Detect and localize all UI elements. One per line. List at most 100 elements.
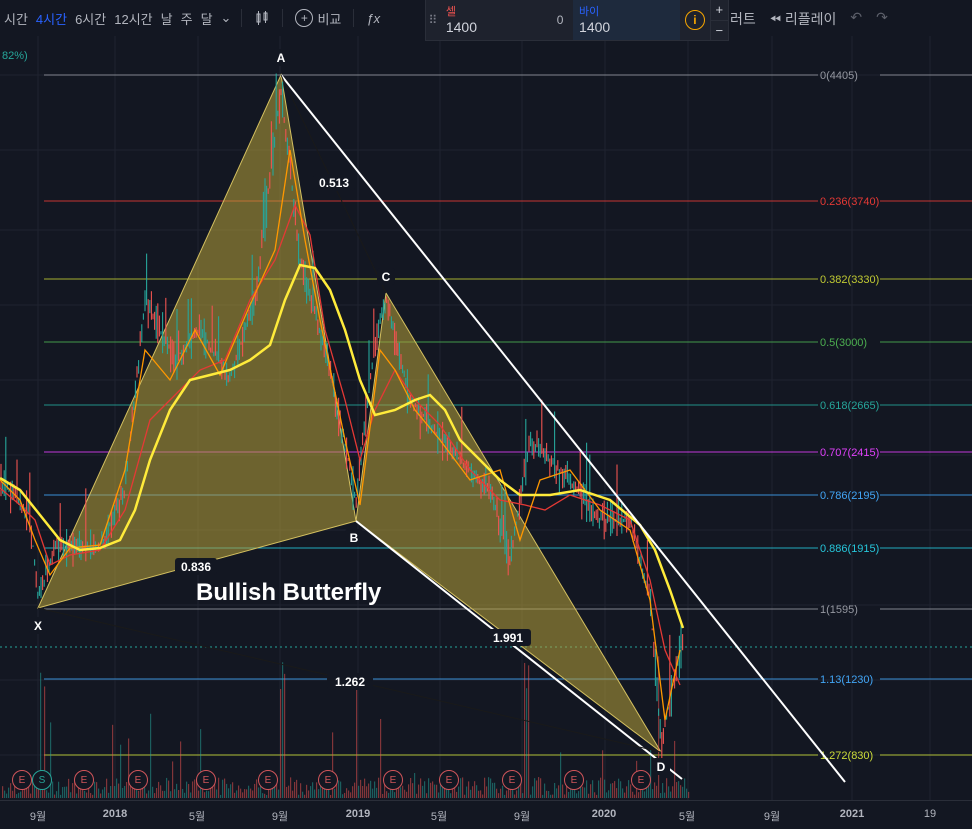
timeframe-1h[interactable]: 시간 [0, 9, 32, 28]
undo-icon[interactable]: ↶ [850, 9, 862, 29]
volume-bar [592, 780, 594, 798]
volume-bar [450, 793, 452, 798]
volume-bar [544, 783, 546, 798]
earnings-event-marker[interactable]: E [258, 770, 278, 790]
decrease-quantity-button[interactable]: − [711, 21, 728, 41]
volume-bar [86, 792, 88, 798]
volume-bar [486, 786, 488, 798]
split-event-marker[interactable]: S [32, 770, 52, 790]
volume-bar [238, 785, 240, 798]
earnings-event-marker[interactable]: E [439, 770, 459, 790]
fib-level-label: 0.786(2195) [820, 490, 879, 502]
candle-style-button[interactable] [248, 10, 276, 26]
chart-menu-button[interactable]: 러트 [730, 9, 756, 29]
earnings-event-marker[interactable]: E [12, 770, 32, 790]
fib-level-label: 0.382(3330) [820, 274, 879, 286]
earnings-event-marker[interactable]: E [196, 770, 216, 790]
timeframe-day[interactable]: 날 [157, 9, 177, 28]
toolbar-divider [241, 9, 243, 27]
volume-bar [66, 786, 68, 798]
volume-bar [584, 787, 586, 798]
time-axis-tick: 5월 [678, 811, 696, 823]
timeframe-12h[interactable]: 12시간 [110, 9, 156, 28]
volume-bar [54, 794, 56, 798]
volume-bar [228, 788, 230, 798]
timeframe-month[interactable]: 달 [197, 9, 217, 28]
fib-level-label: 0.886(1915) [820, 543, 879, 555]
timeframe-week[interactable]: 주 [177, 9, 197, 28]
volume-bar [352, 786, 354, 798]
volume-bar [334, 788, 336, 798]
earnings-event-marker[interactable]: E [502, 770, 522, 790]
volume-bar [630, 784, 632, 798]
volume-bar [120, 744, 122, 798]
drag-handle-icon[interactable]: ⠿ [426, 0, 440, 40]
volume-bar [190, 792, 192, 798]
redo-icon[interactable]: ↷ [876, 9, 888, 29]
volume-bar [684, 778, 686, 798]
ratio-label-xad: 1.262 [335, 675, 365, 689]
replay-button[interactable]: ⏪︎ 리플레이 [770, 9, 837, 29]
price-chart[interactable]: 0(4405) 0.236(3740) 0.382(3330) 0.5(3000) 0.… [0, 0, 972, 828]
volume-bar [98, 788, 100, 798]
timeframe-dropdown-chevron-icon[interactable]: ⌄ [217, 10, 236, 26]
earnings-event-marker[interactable]: E [631, 770, 651, 790]
volume-bar [58, 781, 60, 798]
volume-bar [560, 752, 562, 798]
timeframe-4h[interactable]: 4시간 [32, 9, 71, 28]
ratio-label-abc: 0.513 [319, 176, 349, 190]
volume-bar [100, 793, 102, 798]
volume-bar [182, 788, 184, 798]
point-label-d: D [657, 760, 666, 774]
timeframe-6h[interactable]: 6시간 [71, 9, 110, 28]
volume-bar [588, 793, 590, 798]
volume-bar [498, 793, 500, 798]
volume-bar [464, 794, 466, 798]
fib-level-label: 0.5(3000) [820, 337, 867, 349]
earnings-event-marker[interactable]: E [564, 770, 584, 790]
volume-bar [30, 793, 32, 798]
volume-bar [470, 789, 472, 798]
indicators-button[interactable]: ƒx [360, 11, 386, 26]
compare-button[interactable]: + 비교 [289, 9, 347, 28]
earnings-event-marker[interactable]: E [128, 770, 148, 790]
volume-bar [20, 791, 22, 798]
volume-bar [96, 782, 98, 798]
volume-bar [116, 778, 118, 798]
volume-bar [174, 789, 176, 798]
volume-bar [102, 789, 104, 798]
volume-bar [150, 713, 152, 798]
volume-bar [76, 793, 78, 798]
volume-bar [436, 784, 438, 798]
earnings-event-marker[interactable]: E [383, 770, 403, 790]
volume-bar [62, 787, 64, 798]
plus-circle-icon: + [295, 9, 314, 27]
time-axis-tick: 19 [923, 808, 937, 820]
volume-bar [128, 738, 130, 798]
sell-button[interactable]: 셀 1400 [439, 0, 548, 40]
point-label-a: A [277, 51, 286, 65]
volume-bar [258, 787, 260, 798]
buy-button[interactable]: 바이 1400 [573, 0, 681, 40]
toolbar-divider [282, 9, 284, 27]
volume-bar [542, 794, 544, 798]
increase-quantity-button[interactable]: + [710, 0, 728, 21]
volume-bar [650, 749, 652, 798]
volume-bar [672, 786, 674, 798]
volume-bar [554, 782, 556, 798]
volume-bar [156, 787, 158, 798]
volume-bar [84, 790, 86, 798]
volume-bar [208, 791, 210, 798]
earnings-event-marker[interactable]: E [74, 770, 94, 790]
earnings-event-marker[interactable]: E [318, 770, 338, 790]
time-axis-tick: 9월 [513, 811, 531, 823]
volume-bar [490, 778, 492, 798]
volume-bar [374, 781, 376, 798]
volume-bar [216, 789, 218, 798]
volume-bar [368, 783, 370, 798]
volume-bar [480, 790, 482, 798]
toolbar-right: 러트 ⏪︎ 리플레이 ↶ ↷ [730, 9, 888, 29]
volume-bar [660, 793, 662, 798]
time-axis[interactable]: 9월 2018 5월 9월 2019 5월 9월 2020 5월 9월 2021 19 [0, 800, 972, 829]
info-button[interactable]: i [680, 0, 709, 40]
